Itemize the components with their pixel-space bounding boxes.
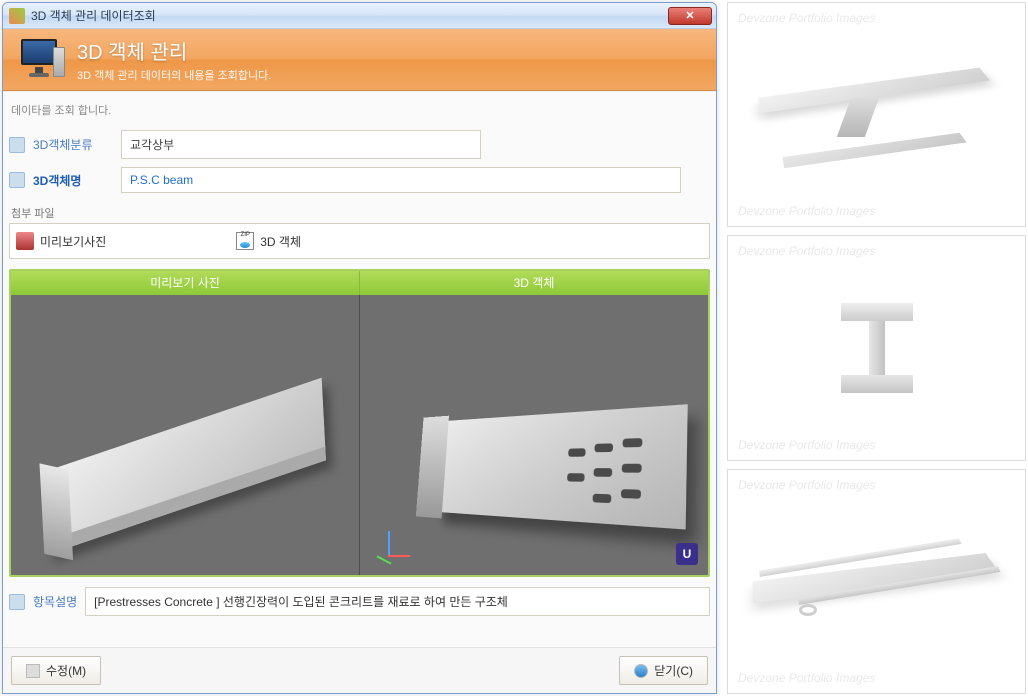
computer-icon: [17, 37, 67, 83]
close-button-label: 닫기(C): [654, 662, 693, 679]
close-icon[interactable]: ✕: [668, 7, 712, 25]
preview-tabs: 미리보기 사진 3D 객체: [11, 271, 708, 295]
attachment-3d-object[interactable]: 3D 객체: [236, 232, 301, 250]
category-row: 3D객체분류 교각상부: [9, 130, 710, 159]
preview-photo-pane[interactable]: [11, 295, 360, 575]
name-label: 3D객체명: [33, 172, 113, 189]
thumbnail-ibeam-front[interactable]: Devzone Portfolio Images Devzone Portfol…: [727, 235, 1026, 460]
attachment-label: 3D 객체: [260, 233, 301, 250]
ucs-icon[interactable]: U: [676, 543, 698, 565]
content-area: 데이타를 조회 합니다. 3D객체분류 교각상부 3D객체명 P.S.C bea…: [3, 91, 716, 647]
name-row: 3D객체명 P.S.C beam: [9, 167, 710, 193]
zip-icon: [236, 232, 254, 250]
photo-icon: [16, 232, 34, 250]
titlebar[interactable]: 3D 객체 관리 데이터조회 ✕: [3, 3, 716, 29]
banner-subtitle: 3D 객체 관리 데이터의 내용을 조회합니다.: [77, 67, 271, 83]
close-button-icon: [634, 664, 648, 678]
thumbnail-column: Devzone Portfolio Images Devzone Portfol…: [727, 2, 1026, 694]
watermark: Devzone Portfolio Images: [738, 671, 875, 685]
thumbnail-ibeam-perspective[interactable]: Devzone Portfolio Images Devzone Portfol…: [727, 2, 1026, 227]
preview-3d-pane[interactable]: U: [360, 295, 708, 575]
beam-render: [438, 404, 688, 530]
content-subtitle: 데이타를 조회 합니다.: [9, 98, 710, 126]
close-button[interactable]: 닫기(C): [619, 656, 708, 685]
document-icon: [9, 172, 25, 188]
header-banner: 3D 객체 관리 3D 객체 관리 데이터의 내용을 조회합니다.: [3, 29, 716, 91]
app-icon: [9, 8, 25, 24]
button-bar: 수정(M) 닫기(C): [3, 647, 716, 693]
watermark: Devzone Portfolio Images: [738, 478, 875, 492]
attachment-preview-photo[interactable]: 미리보기사진: [16, 232, 106, 250]
description-input[interactable]: [Prestresses Concrete ] 선행긴장력이 도입된 콘크리트를…: [85, 587, 710, 616]
banner-title: 3D 객체 관리: [77, 36, 271, 65]
watermark: Devzone Portfolio Images: [738, 244, 875, 258]
edit-button-label: 수정(M): [46, 662, 86, 679]
document-icon: [9, 594, 25, 610]
description-row: 항목설명 [Prestresses Concrete ] 선행긴장력이 도입된 …: [9, 587, 710, 616]
axes-gizmo: [370, 525, 410, 565]
watermark: Devzone Portfolio Images: [738, 204, 875, 218]
attachments-box: 미리보기사진 3D 객체: [9, 223, 710, 259]
beam-render: [44, 377, 326, 554]
category-input[interactable]: 교각상부: [121, 130, 481, 159]
document-icon: [9, 137, 25, 153]
preview-panel: 미리보기 사진 3D 객체: [9, 269, 710, 577]
window-title: 3D 객체 관리 데이터조회: [31, 7, 668, 24]
tab-3d-object[interactable]: 3D 객체: [360, 271, 708, 295]
description-label: 항목설명: [33, 593, 77, 610]
edit-button[interactable]: 수정(M): [11, 656, 101, 685]
watermark: Devzone Portfolio Images: [738, 11, 875, 25]
edit-icon: [26, 664, 40, 678]
channel-icon: [755, 530, 999, 633]
dialog-window: 3D 객체 관리 데이터조회 ✕ 3D 객체 관리 3D 객체 관리 데이터의 …: [2, 2, 717, 694]
category-label: 3D객체분류: [33, 136, 113, 153]
ibeam-icon: [761, 61, 993, 168]
ibeam-icon: [857, 303, 897, 393]
thumbnail-channel[interactable]: Devzone Portfolio Images Devzone Portfol…: [727, 469, 1026, 694]
attachment-label: 미리보기사진: [40, 233, 106, 250]
attachments-label: 첨부 파일: [11, 205, 710, 221]
name-input[interactable]: P.S.C beam: [121, 167, 681, 193]
tab-preview-photo[interactable]: 미리보기 사진: [11, 271, 360, 295]
watermark: Devzone Portfolio Images: [738, 438, 875, 452]
